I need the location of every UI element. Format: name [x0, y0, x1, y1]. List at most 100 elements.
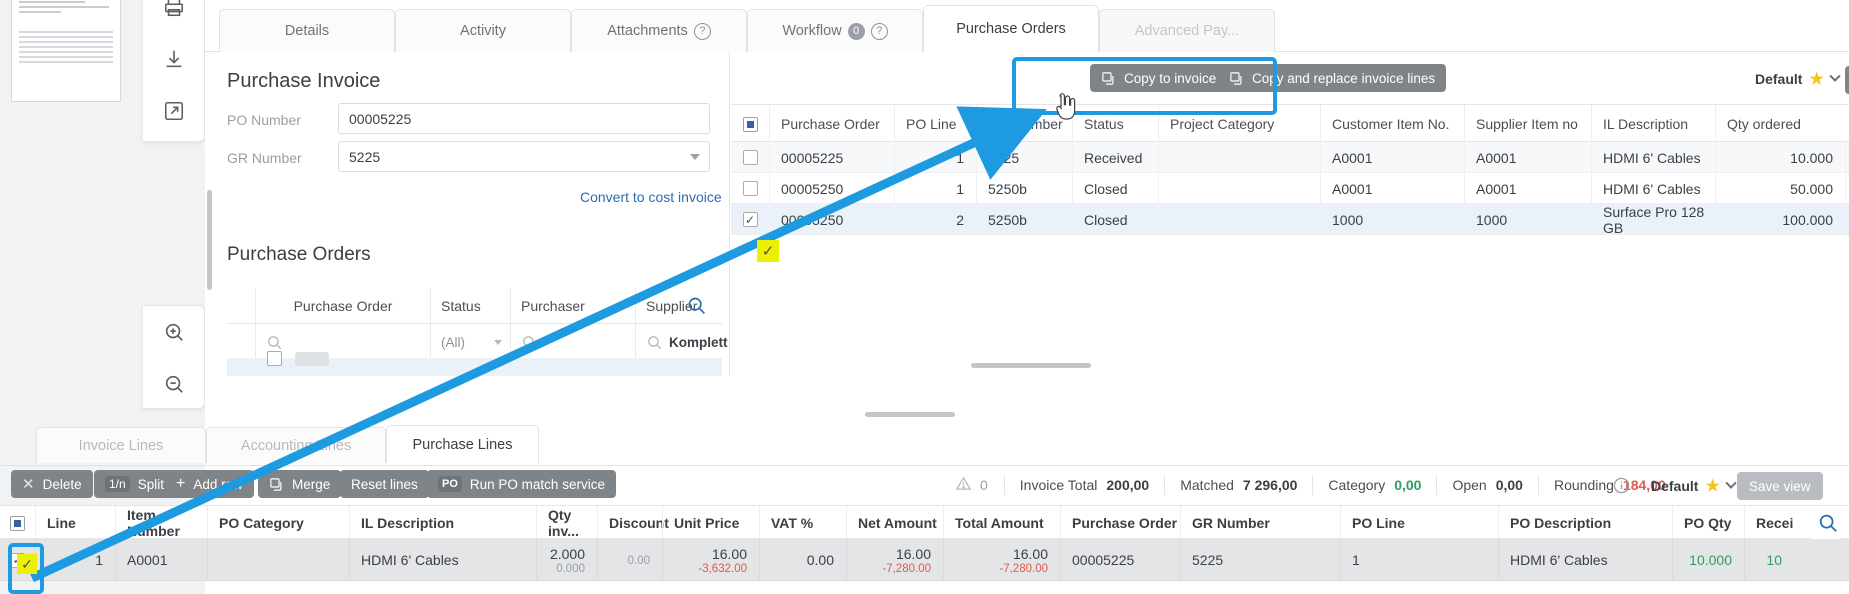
merge-button[interactable]: Merge: [258, 470, 341, 498]
row-checkbox[interactable]: [743, 150, 758, 165]
tab-purchase-orders[interactable]: Purchase Orders: [923, 5, 1099, 52]
column-supplier[interactable]: Supplier: [635, 288, 722, 324]
column-qty-ordered[interactable]: Qty ordered: [1715, 105, 1845, 143]
cell-project-category: [1158, 173, 1320, 204]
column-po-description[interactable]: PO Description: [1498, 506, 1672, 540]
tab-purchase-lines[interactable]: Purchase Lines: [386, 425, 539, 463]
column-po-category[interactable]: PO Category: [207, 506, 349, 540]
tab-details[interactable]: Details: [219, 9, 395, 52]
table-row[interactable]: 00005225 1 5225 Received A0001 A0001 HDM…: [731, 142, 1849, 173]
cell-total-amount-sub: -7,280.00: [999, 563, 1048, 575]
tab-workflow[interactable]: Workflow 0 ?: [747, 9, 923, 52]
summary-category: Category 0,00: [1312, 475, 1436, 495]
column-net-amount[interactable]: Net Amount: [846, 506, 943, 540]
tab-activity[interactable]: Activity: [395, 9, 571, 52]
po-number-input[interactable]: 00005225: [338, 103, 710, 134]
view-selector[interactable]: Default ★: [1755, 69, 1839, 89]
form-panel-scrollbar[interactable]: [207, 190, 212, 290]
row-select-cell: [731, 204, 769, 235]
help-icon[interactable]: ?: [871, 23, 888, 40]
bottom-row-checkbox-check[interactable]: ✓: [17, 554, 37, 574]
document-tools-top: [143, 0, 205, 142]
zoom-out-button[interactable]: [143, 358, 205, 410]
select-all-checkbox[interactable]: [10, 516, 25, 531]
row-checkbox[interactable]: [267, 351, 282, 366]
split-button[interactable]: 1/n Split: [94, 470, 175, 498]
filter-status[interactable]: (All): [430, 324, 510, 360]
table-row[interactable]: 1 A0001 HDMI 6' Cables 2.000 0.000 0.00 …: [0, 539, 1849, 581]
cell-net-amount-sub: -7,280.00: [882, 563, 931, 575]
print-button[interactable]: [143, 0, 205, 33]
column-po-line[interactable]: PO Line: [1340, 506, 1498, 540]
tab-accounting-lines[interactable]: Accounting Lines: [206, 427, 386, 463]
row-checkbox[interactable]: [743, 212, 758, 227]
summary-open: Open 0,00: [1436, 475, 1538, 495]
help-icon[interactable]: ?: [694, 23, 711, 40]
chevron-down-icon[interactable]: [494, 340, 502, 345]
warning-indicator[interactable]: 0: [955, 475, 1004, 495]
column-discount[interactable]: Discount: [597, 506, 662, 540]
cell-po-line: 2: [894, 204, 976, 235]
row-checkbox[interactable]: [743, 181, 758, 196]
filter-purchaser[interactable]: [510, 324, 635, 360]
column-purchase-order[interactable]: Purchase Order: [769, 105, 894, 143]
select-all-checkbox[interactable]: [743, 117, 758, 132]
search-icon[interactable]: [1811, 512, 1839, 539]
tab-attachments[interactable]: Attachments ?: [571, 9, 747, 52]
bottom-panel-hscrollbar[interactable]: [865, 412, 955, 417]
merge-icon: [269, 477, 284, 492]
add-row-button[interactable]: + Add row: [165, 470, 254, 498]
cell-gr-number: 5225: [976, 142, 1072, 173]
gr-number-label: GR Number: [227, 150, 302, 166]
bottom-save-view-button[interactable]: Save view: [1737, 472, 1823, 500]
cell-customer-item-no: A0001: [1320, 173, 1464, 204]
filter-supplier[interactable]: Komplett ASA: [635, 324, 745, 360]
column-customer-item-no[interactable]: Customer Item No.: [1320, 105, 1464, 143]
chevron-down-icon[interactable]: [1725, 478, 1736, 489]
column-line[interactable]: Line: [35, 506, 115, 540]
center-grid-hscrollbar[interactable]: [971, 363, 1091, 368]
column-received[interactable]: Recei: [1744, 506, 1804, 540]
column-il-description[interactable]: IL Description: [349, 506, 536, 540]
center-row-checkbox-check[interactable]: ✓: [757, 240, 779, 262]
delete-button[interactable]: ✕ Delete: [11, 470, 93, 498]
open-external-button[interactable]: [143, 85, 205, 137]
column-purchase-order[interactable]: Purchase Order: [1060, 506, 1180, 540]
column-vat[interactable]: VAT %: [759, 506, 846, 540]
column-total-amount[interactable]: Total Amount: [943, 506, 1060, 540]
table-row[interactable]: 00005250 1 5250b Closed A0001 A0001 HDMI…: [731, 173, 1849, 204]
run-po-match-service-button[interactable]: PO Run PO match service: [427, 470, 616, 498]
chevron-down-icon[interactable]: [1829, 71, 1840, 82]
gr-number-select[interactable]: 5225: [338, 141, 710, 172]
column-il-description[interactable]: IL Description: [1591, 105, 1715, 143]
star-icon[interactable]: ★: [1809, 69, 1823, 89]
convert-to-cost-invoice-link[interactable]: Convert to cost invoice: [580, 189, 722, 205]
chevron-down-icon[interactable]: [690, 154, 700, 160]
tab-invoice-lines[interactable]: Invoice Lines: [36, 427, 206, 463]
download-button[interactable]: [143, 33, 205, 85]
column-status[interactable]: Status: [430, 288, 510, 324]
star-icon[interactable]: ★: [1705, 476, 1719, 496]
column-gr-number[interactable]: GR Number: [1180, 506, 1340, 540]
column-supplier-item-no[interactable]: Supplier Item no: [1464, 105, 1591, 143]
bottom-view-selector[interactable]: Default ★: [1651, 476, 1735, 496]
document-thumbnail[interactable]: [11, 0, 121, 102]
column-po-line[interactable]: PO Line: [894, 105, 976, 143]
column-item-number[interactable]: Item Number: [115, 506, 207, 540]
column-purchase-order[interactable]: Purchase Order: [255, 288, 430, 324]
row-select-cell: [731, 173, 769, 204]
view-name: Default: [1651, 478, 1698, 494]
column-purchaser[interactable]: Purchaser: [510, 288, 635, 324]
column-qty-inv[interactable]: Qty inv...: [536, 506, 597, 540]
summary-value: 200,00: [1106, 477, 1149, 493]
po-grid-row-partial[interactable]: [227, 358, 722, 374]
info-icon[interactable]: [1612, 476, 1631, 500]
reset-lines-label: Reset lines: [351, 477, 418, 492]
column-unit-price[interactable]: Unit Price: [662, 506, 759, 540]
refresh-button[interactable]: Refresh: [1845, 66, 1849, 94]
search-icon[interactable]: [686, 295, 707, 321]
reset-lines-button[interactable]: Reset lines: [340, 470, 429, 498]
table-row[interactable]: 00005250 2 5250b Closed 1000 1000 Surfac…: [731, 204, 1849, 235]
zoom-in-button[interactable]: [143, 306, 205, 358]
column-po-qty[interactable]: PO Qty: [1672, 506, 1744, 540]
